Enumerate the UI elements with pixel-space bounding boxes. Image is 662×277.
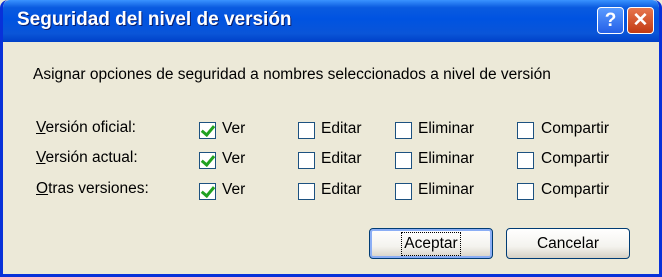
checkbox-other-share[interactable]: [517, 183, 534, 200]
title-bar: Seguridad del nivel de versión ? ✕: [3, 0, 659, 42]
checkbox-other-view[interactable]: [199, 183, 216, 200]
label-current-view: Ver: [222, 150, 246, 167]
dialog-title: Seguridad del nivel de versión: [17, 9, 292, 30]
checkbox-official-edit[interactable]: [298, 122, 315, 139]
checkbox-current-view[interactable]: [199, 152, 216, 169]
label-other-delete: Eliminar: [418, 181, 474, 198]
checkbox-other-delete[interactable]: [395, 183, 412, 200]
checkbox-current-share[interactable]: [517, 152, 534, 169]
label-official-delete: Eliminar: [418, 120, 474, 137]
label-current-share: Compartir: [541, 150, 610, 167]
label-current-delete: Eliminar: [418, 150, 474, 167]
checkbox-other-edit[interactable]: [298, 183, 315, 200]
checkbox-official-share[interactable]: [517, 122, 534, 139]
label-current-edit: Editar: [321, 150, 362, 167]
label-official-share: Compartir: [541, 120, 610, 137]
row-label-other: Otras versiones:: [36, 180, 149, 197]
checkbox-official-view[interactable]: [199, 122, 216, 139]
label-other-view: Ver: [222, 181, 246, 198]
checkbox-official-delete[interactable]: [395, 122, 412, 139]
checkbox-current-edit[interactable]: [298, 152, 315, 169]
label-official-edit: Editar: [321, 120, 362, 137]
dialog-description: Asignar opciones de seguridad a nombres …: [33, 66, 551, 83]
row-label-official: Versión oficial:: [36, 119, 136, 136]
close-icon[interactable]: ✕: [627, 7, 654, 34]
label-other-edit: Editar: [321, 181, 362, 198]
cancel-button[interactable]: Cancelar: [506, 228, 630, 259]
cancel-button-label: Cancelar: [536, 234, 600, 252]
version-security-dialog: Seguridad del nivel de versión ? ✕ Asign…: [0, 0, 662, 277]
accept-button-label: Aceptar: [401, 231, 461, 256]
help-icon[interactable]: ?: [597, 7, 624, 34]
accept-button[interactable]: Aceptar: [369, 228, 493, 259]
label-other-share: Compartir: [541, 181, 610, 198]
label-official-view: Ver: [222, 120, 246, 137]
row-label-current: Versión actual:: [36, 149, 138, 166]
checkbox-current-delete[interactable]: [395, 152, 412, 169]
